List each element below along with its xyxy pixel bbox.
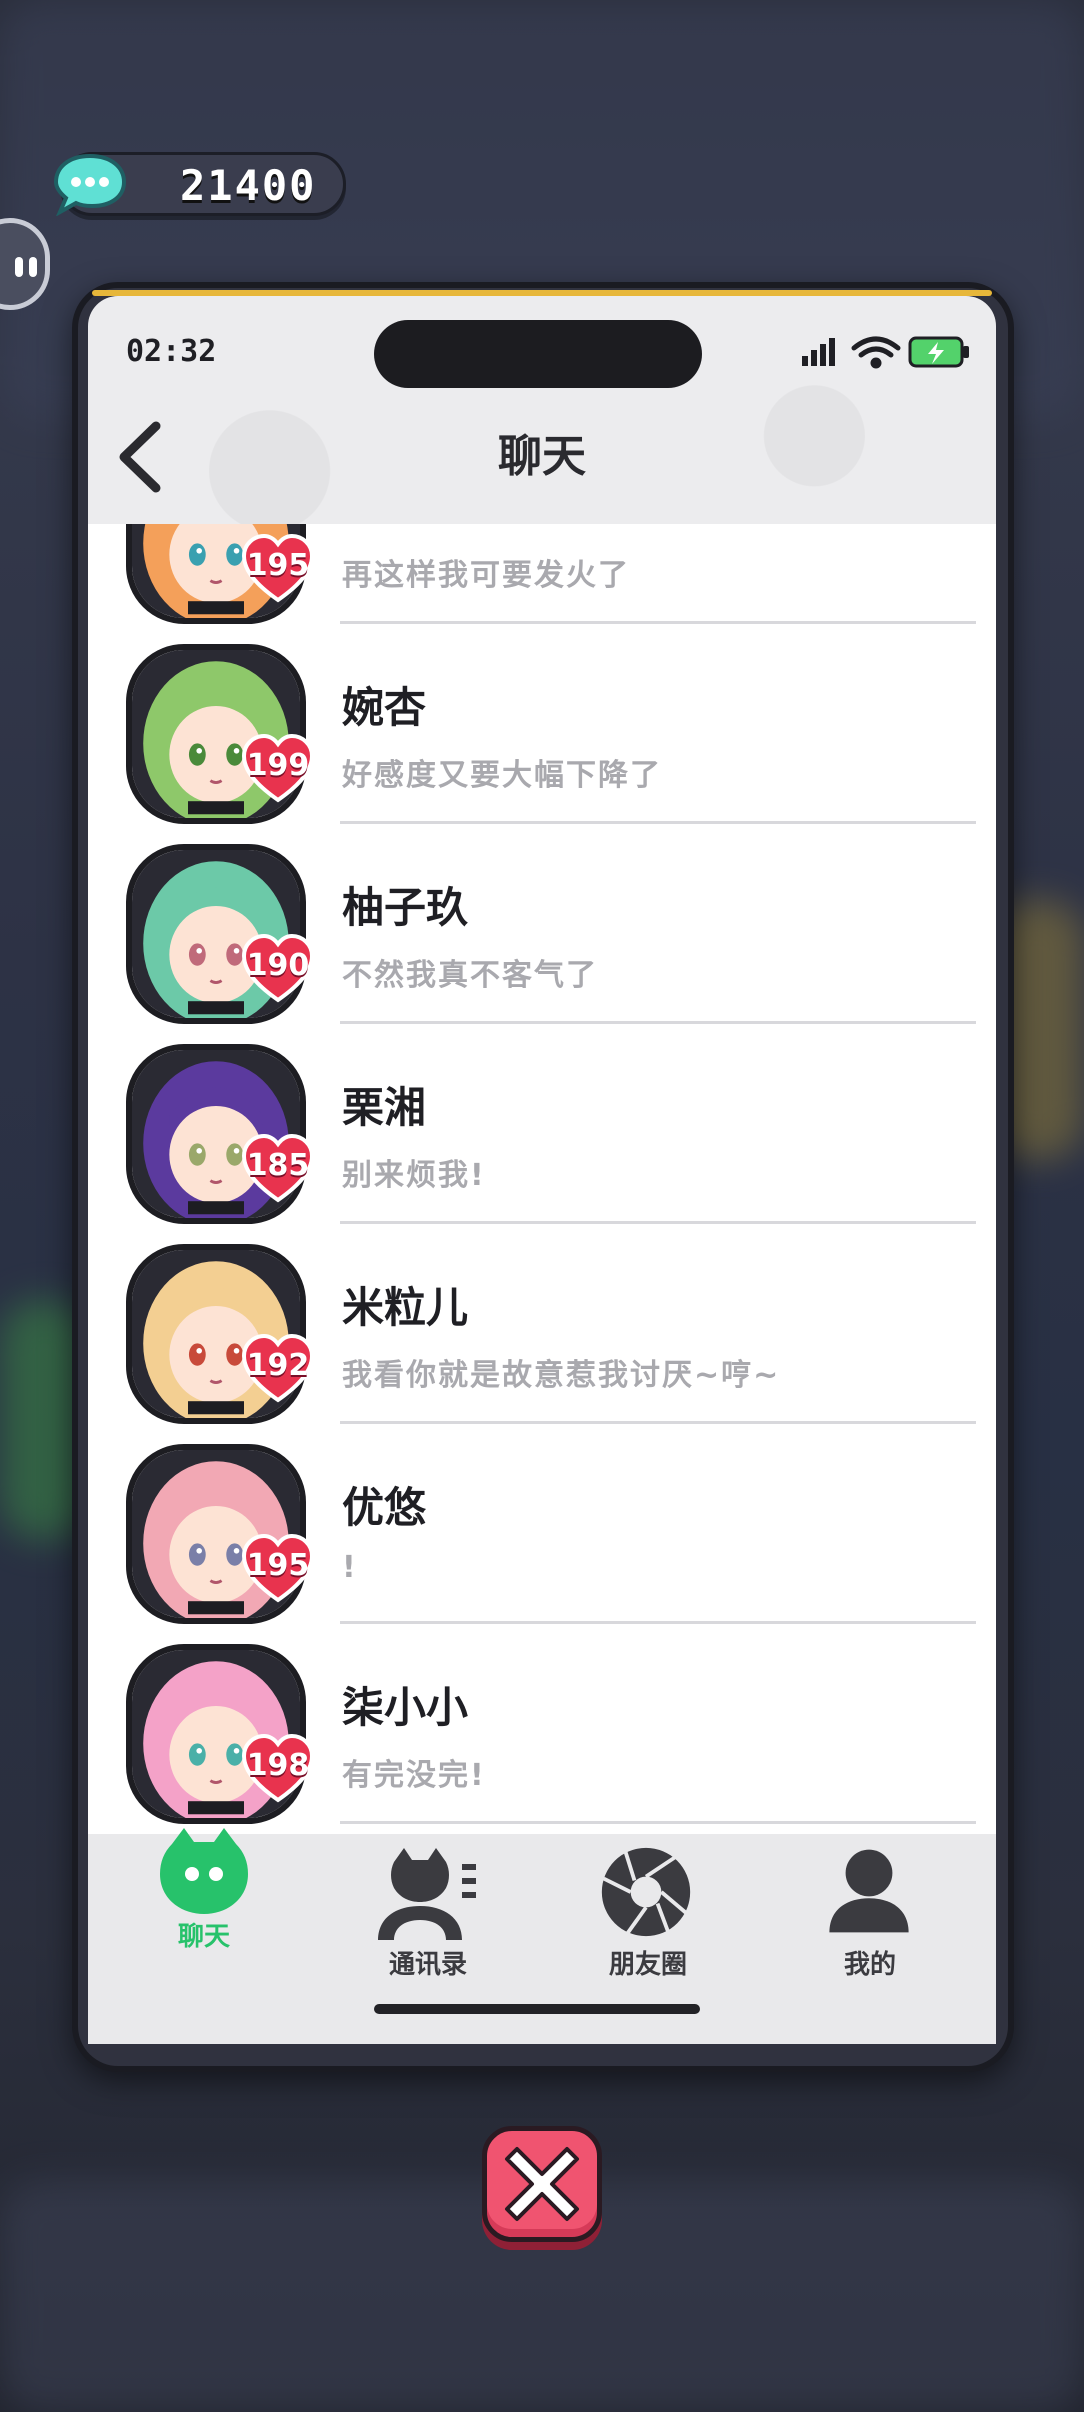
battery-charging-icon [908, 336, 969, 368]
status-icons [802, 336, 969, 369]
dynamic-island [374, 320, 702, 388]
contact-name: 栗湘 [342, 1083, 427, 1132]
contact-name: 婉杏 [342, 683, 427, 732]
chat-bubble-coin-icon [53, 153, 127, 216]
conversation-row[interactable]: 195 优悠! [88, 1424, 996, 1624]
chat-icon [160, 1828, 248, 1914]
close-x-icon [505, 2147, 579, 2221]
affection-value: 199 [246, 748, 310, 783]
affection-value: 198 [246, 1748, 310, 1783]
contacts-icon [378, 1848, 476, 1940]
last-message: 不然我真不客气了 [342, 958, 598, 993]
conversation-row[interactable]: 192 米粒儿我看你就是故意惹我讨厌~哼~ [88, 1224, 996, 1424]
wifi-icon [851, 336, 901, 369]
last-message: 再这样我可要发火了 [342, 558, 630, 593]
conversation-row[interactable]: 185 栗湘别来烦我! [88, 1024, 996, 1224]
tab-profile[interactable]: 我的 [780, 1834, 960, 1994]
affection-value: 192 [246, 1348, 310, 1383]
conversation-row[interactable]: 199 婉杏好感度又要大幅下降了 [88, 624, 996, 824]
status-time: 02:32 [126, 334, 217, 369]
tab-contacts[interactable]: 通讯录 [338, 1834, 518, 1994]
contact-name: 柚子玖 [342, 883, 469, 932]
moments-shutter-icon [601, 1847, 691, 1937]
tab-chat[interactable]: 聊天 [114, 1828, 294, 1994]
contact-name: 米粒儿 [342, 1283, 469, 1332]
row-divider [340, 1821, 976, 1824]
conversation-list[interactable]: 195 再这样我可要发火了 199 婉杏好感度又要大幅下降了 190 柚子玖不然我真不客气… [88, 524, 996, 1834]
tab-moments[interactable]: 朋友圈 [558, 1834, 738, 1994]
tab-label: 朋友圈 [608, 1950, 687, 1980]
last-message: 有完没完! [342, 1758, 486, 1793]
last-message: 好感度又要大幅下降了 [342, 758, 662, 793]
profile-icon [829, 1849, 909, 1933]
conversation-row[interactable]: 198 柒小小有完没完! [88, 1624, 996, 1824]
affection-value: 185 [246, 1148, 310, 1183]
affection-value: 195 [246, 548, 310, 583]
close-button[interactable] [482, 2126, 602, 2242]
tab-label: 我的 [843, 1950, 896, 1980]
tab-label: 通讯录 [388, 1950, 467, 1980]
contact-name: 柒小小 [342, 1683, 469, 1732]
page-title: 聊天 [498, 431, 586, 482]
signal-icon [802, 338, 835, 366]
last-message: ! [342, 1550, 358, 1585]
conversation-row[interactable]: 190 柚子玖不然我真不客气了 [88, 824, 996, 1024]
last-message: 别来烦我! [342, 1158, 486, 1193]
last-message: 我看你就是故意惹我讨厌~哼~ [342, 1358, 781, 1393]
home-indicator[interactable] [374, 2004, 700, 2014]
currency-value: 21400 [180, 161, 317, 210]
affection-value: 190 [246, 948, 310, 983]
tab-label: 聊天 [177, 1922, 230, 1952]
conversation-row[interactable]: 195 再这样我可要发火了 [88, 524, 996, 624]
contact-name: 优悠 [342, 1483, 427, 1532]
chevron-left-icon[interactable] [112, 420, 166, 494]
affection-value: 195 [246, 1548, 310, 1583]
